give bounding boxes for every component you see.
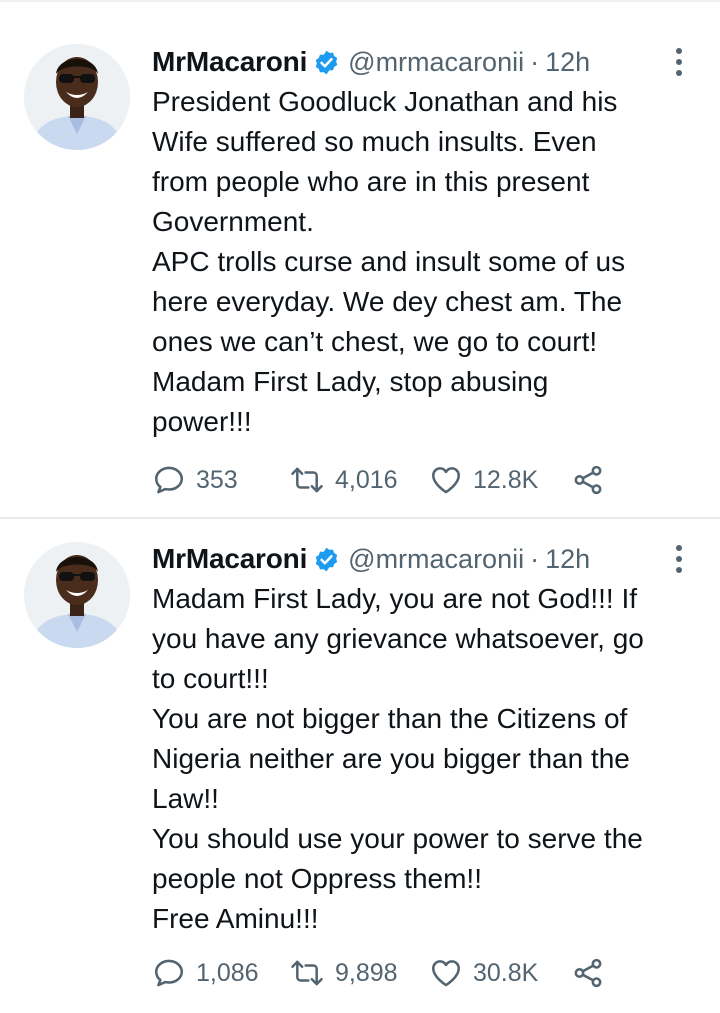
separator-dot: · xyxy=(530,46,540,77)
like-button[interactable]: 12.8K xyxy=(429,463,571,497)
heart-icon xyxy=(429,463,463,497)
tweet[interactable]: MrMacaroni @mrmacaronii · 12h Madam Firs… xyxy=(0,519,720,1013)
tweet-header: MrMacaroni @mrmacaronii · 12h xyxy=(152,539,590,579)
tweet-actions: 1,086 9,898 30.8K xyxy=(152,951,605,995)
like-count: 12.8K xyxy=(473,465,539,494)
user-handle[interactable]: @mrmacaronii xyxy=(348,47,524,78)
like-button[interactable]: 30.8K xyxy=(429,956,571,990)
user-handle[interactable]: @mrmacaronii xyxy=(348,544,524,575)
separator-dot: · xyxy=(530,543,540,574)
more-vertical-icon[interactable] xyxy=(664,539,694,579)
timestamp[interactable]: 12h xyxy=(545,47,590,78)
tweet-text-line: power!!! xyxy=(152,406,252,437)
share-button[interactable] xyxy=(571,956,605,990)
tweet-text-line: from people who are in this present xyxy=(152,166,590,197)
tweet-text-line: you have any grievance whatsoever, go xyxy=(152,623,644,654)
tweet-text-line: President Goodluck Jonathan and his xyxy=(152,86,618,117)
more-vertical-icon[interactable] xyxy=(664,42,694,82)
retweet-button[interactable]: 9,898 xyxy=(289,956,429,990)
like-count: 30.8K xyxy=(473,958,539,987)
avatar[interactable] xyxy=(24,44,130,150)
timestamp[interactable]: 12h xyxy=(545,544,590,575)
display-name[interactable]: MrMacaroni xyxy=(152,46,307,78)
share-button[interactable] xyxy=(571,463,605,497)
heart-icon xyxy=(429,956,463,990)
retweet-button[interactable]: 4,016 xyxy=(289,463,429,497)
tweet[interactable]: MrMacaroni @mrmacaronii · 12h President … xyxy=(0,2,720,517)
tweet-actions: 353 4,016 12.8K xyxy=(152,458,605,502)
tweet-text-line: Law!! xyxy=(152,783,219,814)
tweet-text-line: APC trolls curse and insult some of us xyxy=(152,246,626,277)
retweet-count: 9,898 xyxy=(335,958,398,987)
tweet-text-line: You should use your power to serve the xyxy=(152,823,643,854)
tweet-text-line: ones we can’t chest, we go to court! xyxy=(152,326,598,357)
tweet-text: Madam First Lady, you are not God!!! If … xyxy=(152,579,692,939)
tweet-text: President Goodluck Jonathan and his Wife… xyxy=(152,82,692,442)
tweet-text-line: to court!!! xyxy=(152,663,269,694)
reply-count: 1,086 xyxy=(196,958,259,987)
tweet-text-line: here everyday. We dey chest am. The xyxy=(152,286,623,317)
tweet-text-line: You are not bigger than the Citizens of xyxy=(152,703,628,734)
retweet-icon xyxy=(289,463,325,497)
share-icon xyxy=(571,463,605,497)
retweet-icon xyxy=(289,956,325,990)
reply-button[interactable]: 1,086 xyxy=(152,956,289,990)
tweet-text-line: Madam First Lady, you are not God!!! If xyxy=(152,583,638,614)
tweet-header: MrMacaroni @mrmacaronii · 12h xyxy=(152,42,590,82)
tweet-text-line: people not Oppress them!! xyxy=(152,863,482,894)
reply-button[interactable]: 353 xyxy=(152,463,289,497)
reply-bubble-icon xyxy=(152,956,186,990)
display-name[interactable]: MrMacaroni xyxy=(152,543,307,575)
tweet-text-line: Government. xyxy=(152,206,314,237)
share-icon xyxy=(571,956,605,990)
reply-count: 353 xyxy=(196,465,238,494)
tweet-text-line: Nigeria neither are you bigger than the xyxy=(152,743,630,774)
retweet-count: 4,016 xyxy=(335,465,398,494)
verified-badge-icon xyxy=(313,546,340,573)
tweet-text-line: Madam First Lady, stop abusing xyxy=(152,366,549,397)
reply-bubble-icon xyxy=(152,463,186,497)
tweet-text-line: Free Aminu!!! xyxy=(152,903,319,934)
tweet-text-line: Wife suffered so much insults. Even xyxy=(152,126,597,157)
avatar[interactable] xyxy=(24,542,130,648)
verified-badge-icon xyxy=(313,49,340,76)
